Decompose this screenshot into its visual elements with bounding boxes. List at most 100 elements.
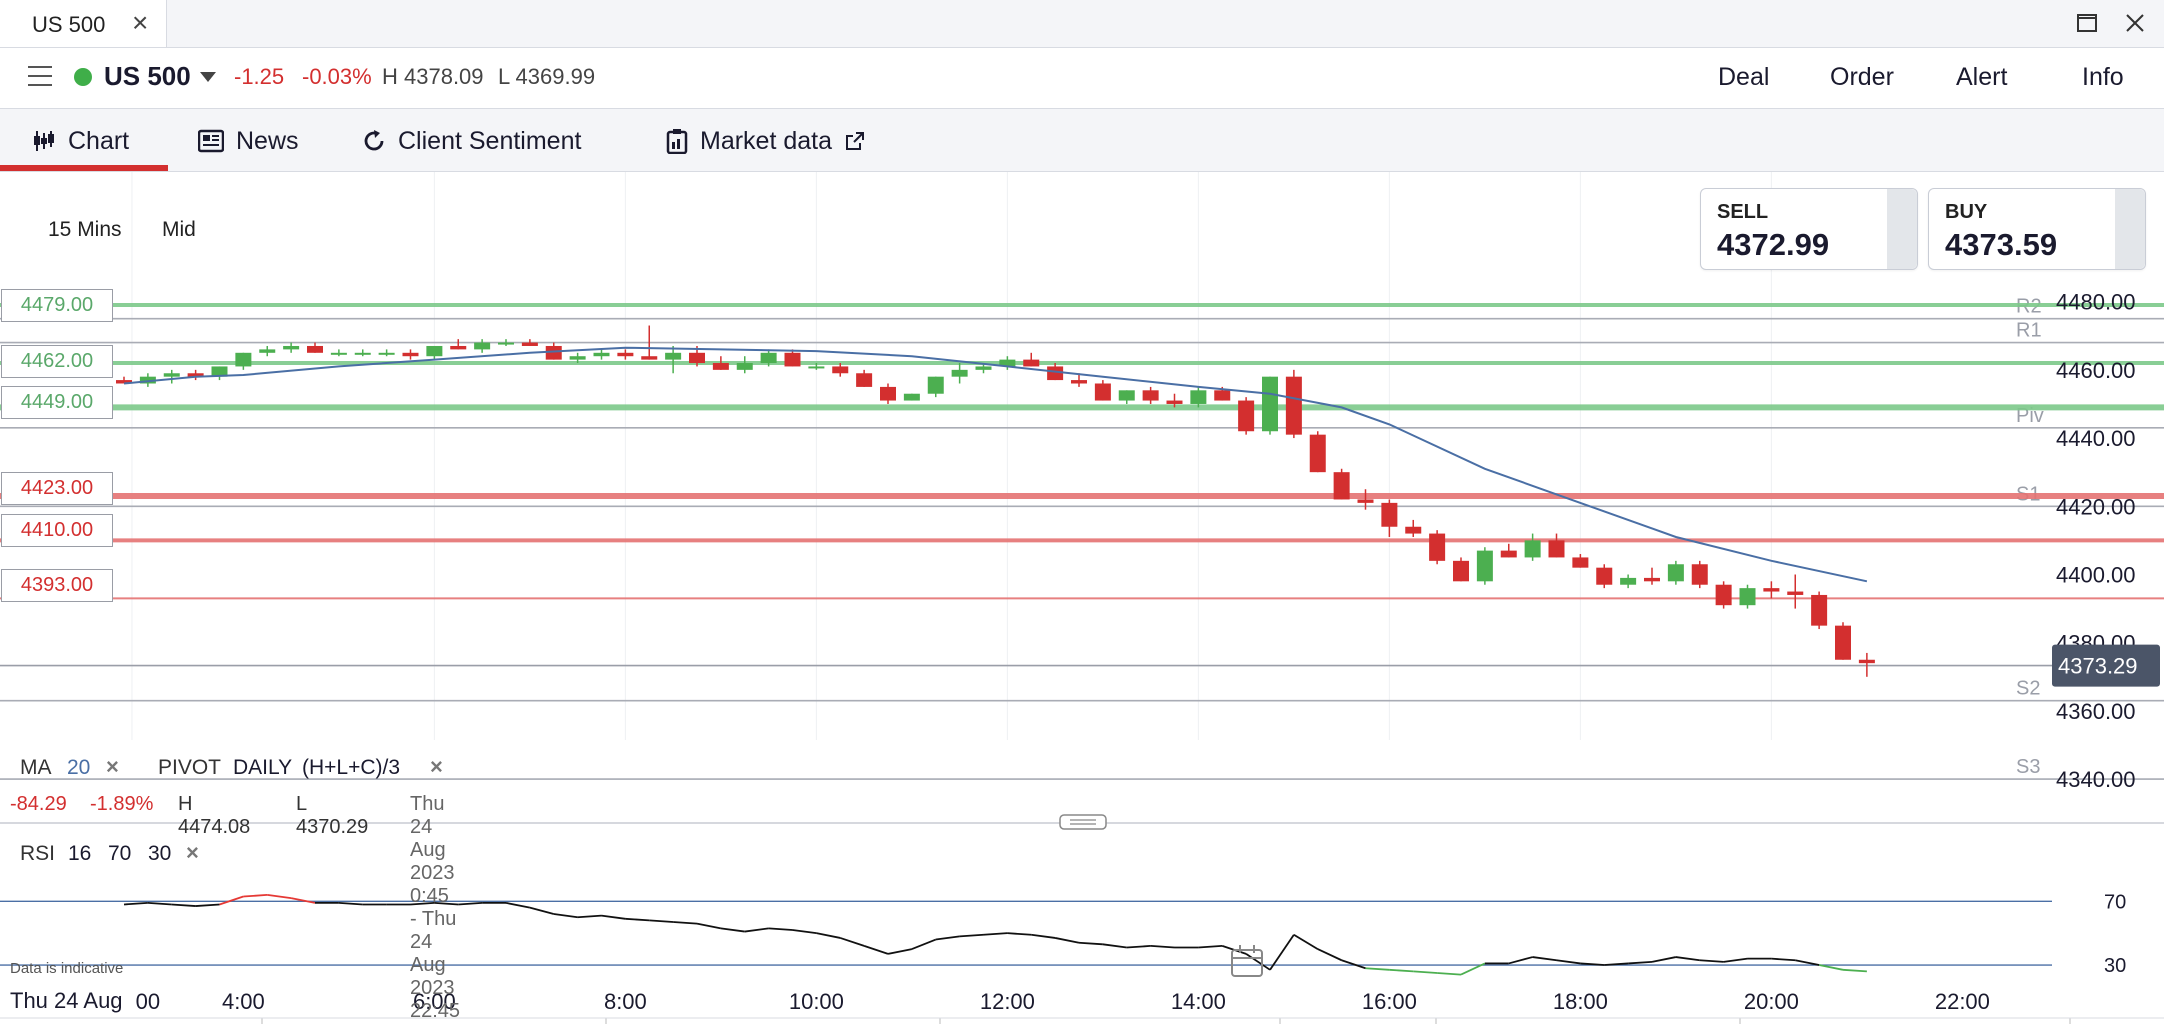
deal-button[interactable]: Deal — [1718, 63, 1769, 92]
candle-up — [665, 352, 682, 360]
buy-button[interactable]: BUY 4373.59 — [1928, 188, 2146, 270]
sell-button[interactable]: SELL 4372.99 — [1700, 188, 1918, 270]
window-tab-title: US 500 — [32, 12, 106, 37]
candle-up — [569, 356, 586, 360]
candle-up — [474, 342, 491, 350]
y-axis-tick-label: 4340.00 — [2056, 767, 2136, 792]
rsi-line-segment — [1413, 970, 1438, 974]
rsi-line-segment — [1437, 972, 1462, 976]
window-tab[interactable]: US 500 × — [0, 0, 167, 47]
rsi-line-segment — [1031, 933, 1056, 939]
candle-up — [283, 345, 300, 350]
price-chart[interactable]: R2R1PivS1S2S34480.004460.004440.004420.0… — [0, 172, 2164, 1024]
buy-side-tab — [2115, 189, 2145, 269]
candle-up — [903, 393, 920, 401]
x-axis-tick-label: 12:00 — [980, 989, 1035, 1014]
candle-down — [1285, 376, 1302, 435]
candle-down — [402, 352, 419, 357]
candle-down — [1333, 472, 1350, 500]
sell-label: SELL — [1717, 201, 1769, 223]
candle-down — [1142, 390, 1159, 401]
y-axis-tick-label: 4360.00 — [2056, 699, 2136, 724]
tab-news[interactable]: News — [198, 124, 299, 158]
candle-down — [1381, 502, 1398, 527]
close-tab-icon[interactable]: × — [132, 8, 148, 38]
candle-down — [1500, 550, 1517, 558]
x-axis-tick-label: 00 — [136, 989, 160, 1014]
close-window-icon[interactable] — [2120, 8, 2150, 38]
instrument-name[interactable]: US 500 — [104, 61, 191, 92]
order-level-label-4449[interactable]: 4449.00 — [1, 386, 113, 419]
alert-button[interactable]: Alert — [1956, 63, 2007, 92]
active-tab-indicator — [0, 165, 168, 171]
chart-area[interactable]: R2R1PivS1S2S34480.004460.004440.004420.0… — [0, 172, 2164, 1024]
rsi-line-segment — [553, 913, 578, 919]
info-button[interactable]: Info — [2082, 63, 2124, 92]
order-level-label-4423[interactable]: 4423.00 — [1, 472, 113, 505]
timeframe-selector[interactable]: 15 Mins — [48, 218, 122, 242]
rsi-lower: 30 — [148, 842, 172, 865]
candle-down — [617, 352, 634, 357]
data-indicative-note: Data is indicative — [10, 960, 124, 977]
pivot-formula: (H+L+C)/3 — [302, 756, 401, 779]
remove-pivot-icon[interactable]: × — [430, 754, 443, 780]
rsi-line-segment — [1818, 964, 1844, 971]
daily-high: H 4378.09 — [382, 64, 484, 89]
tab-client-sentiment[interactable]: Client Sentiment — [362, 124, 581, 158]
order-button[interactable]: Order — [1830, 63, 1894, 92]
order-level-label-4410[interactable]: 4410.00 — [1, 514, 113, 547]
tab-market-data[interactable]: Market data — [666, 124, 866, 158]
rsi-line-segment — [1150, 945, 1175, 949]
rsi-line-segment — [625, 917, 650, 922]
rsi-line-segment — [720, 927, 745, 933]
pivot-label-s2: S2 — [2016, 678, 2040, 700]
candle-up — [259, 349, 276, 353]
external-link-icon — [846, 132, 865, 150]
candle-up — [1524, 540, 1541, 558]
current-price-label: 4373.29 — [2058, 654, 2138, 679]
candle-up — [951, 369, 968, 377]
candle-down — [832, 366, 849, 374]
rsi-line-segment — [1842, 968, 1867, 973]
pivot-label-s3: S3 — [2016, 756, 2040, 778]
rsi-line-segment — [219, 895, 244, 906]
chevron-down-icon[interactable] — [200, 72, 216, 82]
pivot-period: DAILY — [233, 756, 293, 779]
x-axis-tick-label: 18:00 — [1553, 989, 1608, 1014]
remove-rsi-icon[interactable]: × — [186, 840, 199, 866]
menu-icon[interactable] — [28, 66, 52, 88]
candle-down — [1214, 390, 1231, 401]
candle-down — [641, 356, 658, 360]
candle-down — [1548, 540, 1565, 558]
candle-up — [1190, 390, 1207, 404]
rsi-line-segment — [673, 921, 698, 925]
rsi-line-segment — [1795, 959, 1820, 966]
rsi-line-segment — [1102, 943, 1127, 949]
candle-down — [521, 342, 538, 346]
maximize-icon[interactable] — [2072, 8, 2102, 38]
rsi-line-segment — [147, 901, 172, 906]
rsi-line-segment — [1675, 956, 1700, 962]
remove-ma-icon[interactable]: × — [106, 754, 119, 780]
order-level-label-4462[interactable]: 4462.00 — [1, 345, 113, 378]
tab-chart[interactable]: Chart — [32, 124, 129, 158]
candle-down — [689, 352, 705, 364]
candle-down — [1858, 659, 1875, 664]
price-type-selector[interactable]: Mid — [162, 218, 196, 242]
rsi-line-segment — [1365, 967, 1390, 971]
candle-down — [784, 352, 801, 367]
order-level-label-4393[interactable]: 4393.00 — [1, 569, 113, 602]
rsi-upper: 70 — [108, 842, 132, 865]
candle-down — [1715, 584, 1732, 606]
rsi-line-segment — [1293, 933, 1319, 950]
candle-up — [736, 363, 753, 370]
tab-market-data-label: Market data — [700, 126, 833, 155]
tab-client-sentiment-label: Client Sentiment — [398, 126, 582, 155]
candle-down — [1094, 383, 1111, 401]
rsi-line-segment — [243, 894, 268, 898]
order-level-label-4479[interactable]: 4479.00 — [1, 289, 113, 322]
candle-down — [1166, 400, 1183, 404]
y-axis-tick-label: 4400.00 — [2056, 562, 2136, 587]
rsi-line-segment — [983, 932, 1008, 936]
rsi-line-segment — [839, 937, 865, 947]
